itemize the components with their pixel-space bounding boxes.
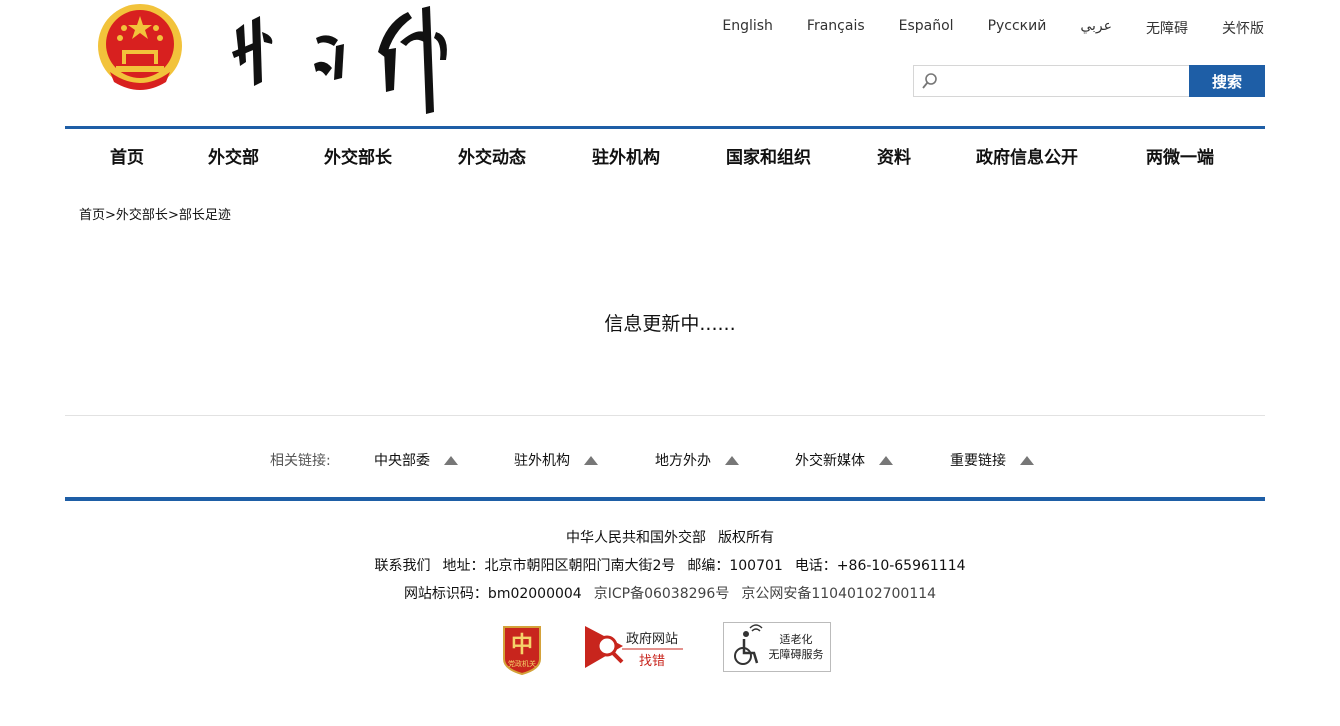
gov-site-error-report-badge[interactable]: 政府网站 找错	[585, 624, 685, 672]
party-gov-badge[interactable]: 中 党政机关	[500, 625, 544, 676]
related-link-new-media[interactable]: 外交新媒体	[795, 450, 893, 470]
svg-text:中: 中	[511, 632, 533, 658]
footer-copyright: 版权所有	[718, 530, 774, 546]
nav-item-gov-info[interactable]: 政府信息公开	[976, 143, 1078, 168]
triangle-up-icon	[725, 455, 739, 465]
party-badge-text: 党政机关	[508, 659, 536, 668]
main-nav: 首页 外交部 外交部长 外交动态 驻外机构 国家和组织 资料 政府信息公开 两微…	[65, 129, 1265, 177]
footer-postcode: 邮编：100701	[687, 558, 783, 574]
content-divider	[65, 415, 1265, 416]
gov-error-subtitle: 找错	[639, 654, 665, 669]
search-field-wrapper	[913, 65, 1189, 97]
footer-line-2: 联系我们 地址：北京市朝阳区朝阳门南大街2号 邮编：100701 电话：+86-10-…	[0, 555, 1340, 575]
accessible-line2: 无障碍服务	[769, 647, 824, 661]
footer-police-link[interactable]: 京公网安备11040102700114	[741, 586, 936, 602]
related-links-label: 相关链接:	[270, 453, 331, 469]
lang-russian-link[interactable]: Русский	[988, 18, 1047, 38]
footer-owner: 中华人民共和国外交部	[566, 530, 706, 546]
related-link-missions[interactable]: 驻外机构	[514, 450, 598, 470]
elder-care-version-link[interactable]: 关怀版	[1222, 18, 1264, 38]
accessible-line1: 适老化	[780, 632, 813, 646]
nav-item-missions-abroad[interactable]: 驻外机构	[592, 143, 660, 168]
related-link-label: 重要链接	[950, 453, 1006, 469]
footer-address: 地址：北京市朝阳区朝阳门南大街2号	[442, 558, 676, 574]
triangle-up-icon	[444, 455, 458, 465]
lang-arabic-link[interactable]: عربي	[1080, 18, 1112, 38]
breadcrumb-separator: >	[167, 208, 179, 223]
accessibility-service-badge[interactable]: 适老化 无障碍服务	[723, 622, 831, 672]
footer-phone: 电话：+86-10-65961114	[794, 558, 966, 574]
lang-french-link[interactable]: Français	[807, 18, 865, 38]
breadcrumb-current[interactable]: 部长足迹	[179, 208, 231, 223]
breadcrumb-minister[interactable]: 外交部长	[116, 208, 168, 223]
nav-item-diplomatic-news[interactable]: 外交动态	[458, 143, 526, 168]
triangle-up-icon	[1020, 455, 1034, 465]
footer-line-1: 中华人民共和国外交部 版权所有	[0, 527, 1340, 547]
nav-item-social-media[interactable]: 两微一端	[1146, 143, 1214, 168]
footer-icp-link[interactable]: 京ICP备06038296号	[594, 586, 730, 602]
nav-item-minister[interactable]: 外交部长	[324, 143, 392, 168]
updating-message: 信息更新中......	[604, 313, 736, 335]
related-link-label: 地方外办	[655, 453, 711, 469]
national-emblem-logo[interactable]	[96, 2, 184, 92]
mfa-calligraphy-logo[interactable]	[228, 2, 456, 116]
search-input[interactable]	[914, 66, 1189, 96]
lang-english-link[interactable]: English	[722, 18, 773, 38]
nav-item-resources[interactable]: 资料	[877, 143, 911, 168]
triangle-up-icon	[584, 455, 598, 465]
nav-item-ministry[interactable]: 外交部	[208, 143, 259, 168]
breadcrumb: 首页>外交部长>部长足迹	[79, 204, 231, 223]
nav-item-home[interactable]: 首页	[110, 143, 144, 168]
related-link-label: 中央部委	[374, 453, 430, 469]
search-bar: 搜索	[913, 65, 1265, 97]
related-link-important[interactable]: 重要链接	[950, 450, 1034, 470]
footer-site-id: 网站标识码：bm02000004	[403, 586, 582, 602]
footer-line-3: 网站标识码：bm02000004 京ICP备06038296号 京公网安备11040…	[0, 583, 1340, 603]
search-button[interactable]: 搜索	[1189, 65, 1265, 97]
breadcrumb-home[interactable]: 首页	[79, 208, 105, 223]
triangle-up-icon	[879, 455, 893, 465]
language-links: English Français Español Русский عربي 无障…	[722, 18, 1264, 38]
search-icon	[922, 73, 937, 89]
related-link-local-fao[interactable]: 地方外办	[655, 450, 739, 470]
related-link-central-ministries[interactable]: 中央部委	[374, 450, 458, 470]
related-link-label: 驻外机构	[514, 453, 570, 469]
lang-spanish-link[interactable]: Español	[899, 18, 954, 38]
nav-item-countries-orgs[interactable]: 国家和组织	[726, 143, 811, 168]
footer-divider	[65, 497, 1265, 501]
breadcrumb-separator: >	[105, 208, 116, 223]
related-link-label: 外交新媒体	[795, 453, 865, 469]
accessibility-link[interactable]: 无障碍	[1146, 18, 1188, 38]
gov-error-title: 政府网站	[626, 632, 678, 647]
footer-contact-link[interactable]: 联系我们	[374, 558, 430, 574]
